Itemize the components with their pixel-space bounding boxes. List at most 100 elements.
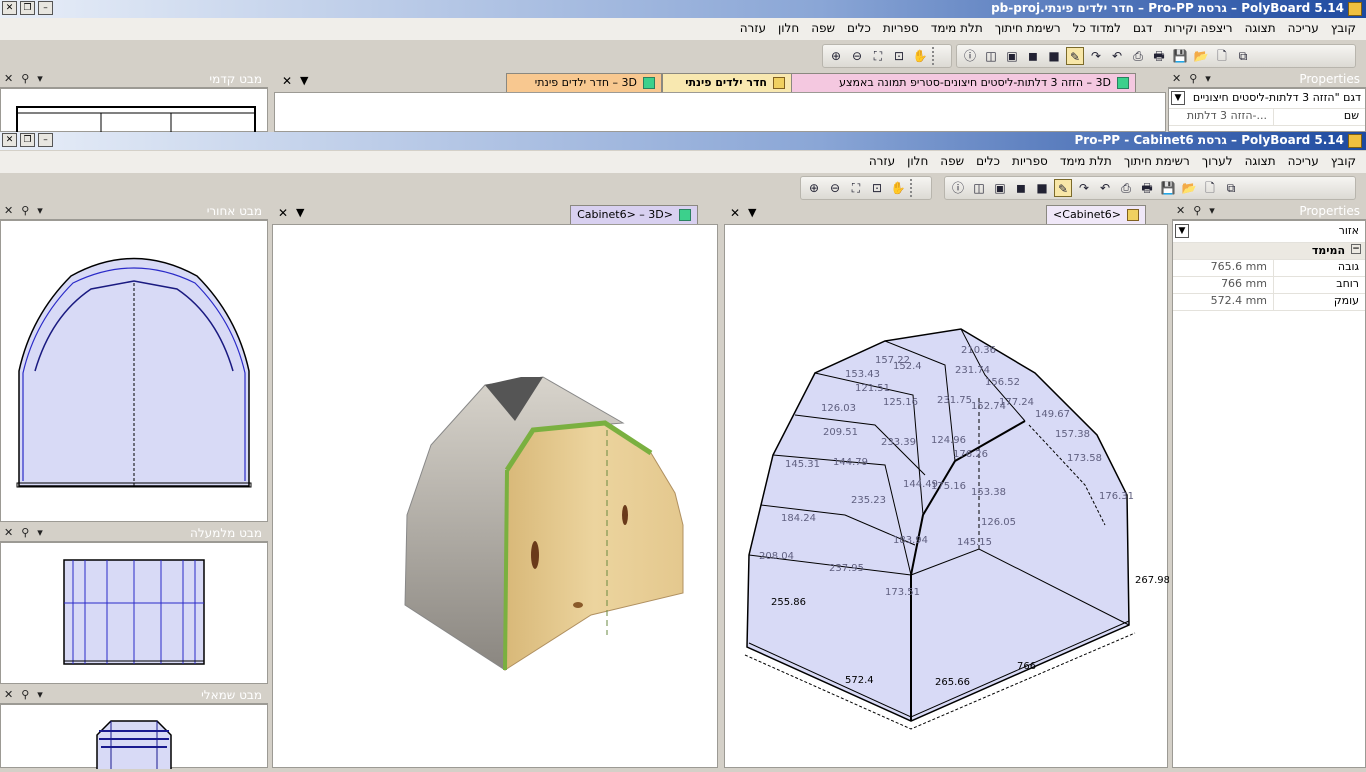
print-icon[interactable]: 🖶 (1138, 179, 1156, 197)
menu-item[interactable]: תלת מימד (931, 21, 983, 35)
close-panel-icon[interactable]: ✕ (1172, 72, 1181, 85)
menu-item[interactable]: עזרה (869, 154, 895, 168)
zoom-window-icon[interactable]: ⊡ (890, 47, 908, 65)
menu-item[interactable]: תצוגה (1245, 154, 1276, 168)
cube-render-icon[interactable]: ◼ (1024, 47, 1042, 65)
zoom-extents-icon[interactable]: ⛶ (869, 47, 887, 65)
menu-item[interactable]: קובץ (1331, 21, 1356, 35)
tab-3d-sliding[interactable]: 3D – הזזה 3 דלתות-ליסטים חיצונים-סטריפ ת… (790, 73, 1136, 92)
dropdown-icon[interactable]: ▾ (37, 72, 43, 85)
property-row[interactable]: רוחב 766 mm (1173, 277, 1365, 294)
tab-cabinet6[interactable]: <Cabinet6> (1046, 205, 1146, 224)
tab-list-icon[interactable]: ▼ (300, 74, 308, 87)
minimize-window-button[interactable]: – (38, 133, 53, 147)
copy-icon[interactable]: ⧉ (1222, 179, 1240, 197)
pan-hand-icon[interactable]: ✋ (889, 179, 907, 197)
zoom-extents-icon[interactable]: ⛶ (847, 179, 865, 197)
back-window-titlebar[interactable]: ✕ ❐ – PolyBoard 5.14 – גרסת Pro-PP – חדר… (0, 0, 1366, 18)
undo-icon[interactable]: ↶ (1108, 47, 1126, 65)
menu-item[interactable]: חלון (778, 21, 799, 35)
zoom-in-icon[interactable]: ⊕ (805, 179, 823, 197)
menu-item[interactable]: עריכה (1288, 154, 1319, 168)
info-icon[interactable]: ⓘ (949, 179, 967, 197)
cube-solid-icon[interactable]: ■ (1033, 179, 1051, 197)
tab-3d-kids-room[interactable]: 3D – חדר ילדים פינתי (506, 73, 662, 92)
pin-icon[interactable]: ⚲ (21, 526, 29, 539)
zoom-window-icon[interactable]: ⊡ (868, 179, 886, 197)
pin-icon[interactable]: ⚲ (21, 204, 29, 217)
close-tab-icon[interactable]: ✕ (282, 74, 292, 88)
front-view-panel[interactable] (0, 88, 268, 138)
print-preview-icon[interactable]: ⎙ (1117, 179, 1135, 197)
back-view-panel[interactable] (0, 220, 268, 522)
toolbar-grip[interactable] (910, 179, 916, 197)
cube-icon[interactable]: ▣ (1003, 47, 1021, 65)
new-file-icon[interactable]: 🗋 (1213, 47, 1231, 65)
menu-item[interactable]: שפה (811, 21, 835, 35)
pin-icon[interactable]: ⚲ (1189, 72, 1197, 85)
close-panel-icon[interactable]: ✕ (4, 526, 13, 539)
top-view-panel[interactable] (0, 542, 268, 684)
close-window-button[interactable]: ✕ (2, 133, 17, 147)
undo-icon[interactable]: ↶ (1096, 179, 1114, 197)
menu-item[interactable]: עריכה (1288, 21, 1319, 35)
info-icon[interactable]: ⓘ (961, 47, 979, 65)
menu-item[interactable]: תלת מימד (1060, 154, 1112, 168)
pin-icon[interactable]: ⚲ (21, 72, 29, 85)
cube-solid-icon[interactable]: ■ (1045, 47, 1063, 65)
menu-item[interactable]: דגם (1133, 21, 1152, 35)
edit-properties-icon[interactable]: ✎ (1054, 179, 1072, 197)
minimize-window-button[interactable]: – (38, 1, 53, 15)
edit-properties-icon[interactable]: ✎ (1066, 47, 1084, 65)
toolbar-grip[interactable] (932, 47, 938, 65)
close-tab-icon[interactable]: ✕ (278, 206, 288, 220)
close-panel-icon[interactable]: ✕ (1176, 204, 1185, 217)
close-panel-icon[interactable]: ✕ (4, 72, 13, 85)
cube-render-icon[interactable]: ◼ (1012, 179, 1030, 197)
chevron-down-icon[interactable]: ▼ (1171, 91, 1185, 105)
object-selector[interactable]: ▼ דגם "הזזה 3 דלתות-ליסטים חיצוניים (1169, 89, 1365, 109)
menu-item[interactable]: למדוד כל (1073, 21, 1121, 35)
menu-item[interactable]: רשימת חיתוך (1124, 154, 1190, 168)
dropdown-icon[interactable]: ▾ (1205, 72, 1211, 85)
dropdown-icon[interactable]: ▾ (37, 526, 43, 539)
restore-window-button[interactable]: ❐ (20, 133, 35, 147)
restore-window-button[interactable]: ❐ (20, 1, 35, 15)
cube-wire-icon[interactable]: ◫ (970, 179, 988, 197)
print-icon[interactable]: 🖶 (1150, 47, 1168, 65)
menu-item[interactable]: כלים (976, 154, 1000, 168)
back-viewport[interactable] (274, 92, 1166, 132)
menu-item[interactable]: רשימת חיתוך (995, 21, 1061, 35)
viewport-wireframe[interactable]: 157.22 210.36 153.43 152.4 231.74 121.51 156.5… (724, 224, 1170, 768)
close-panel-icon[interactable]: ✕ (4, 204, 13, 217)
tab-list-icon[interactable]: ▼ (296, 206, 304, 219)
menu-item[interactable]: ספריות (1012, 154, 1048, 168)
chevron-down-icon[interactable]: ▼ (1175, 224, 1189, 238)
close-tab-icon[interactable]: ✕ (730, 206, 740, 220)
menu-item[interactable]: קובץ (1331, 154, 1356, 168)
tab-list-icon[interactable]: ▼ (748, 206, 756, 219)
open-folder-icon[interactable]: 📂 (1192, 47, 1210, 65)
save-icon[interactable]: 💾 (1159, 179, 1177, 197)
zoom-out-icon[interactable]: ⊖ (826, 179, 844, 197)
cube-wire-icon[interactable]: ◫ (982, 47, 1000, 65)
menu-item[interactable]: עזרה (740, 21, 766, 35)
pin-icon[interactable]: ⚲ (1193, 204, 1201, 217)
object-selector[interactable]: ▼ אזור (1173, 221, 1365, 243)
menu-item[interactable]: ריצפה וקירות (1164, 21, 1232, 35)
dropdown-icon[interactable]: ▾ (1209, 204, 1215, 217)
print-preview-icon[interactable]: ⎙ (1129, 47, 1147, 65)
menu-item[interactable]: ספריות (883, 21, 919, 35)
dropdown-icon[interactable]: ▾ (37, 688, 43, 701)
cube-icon[interactable]: ▣ (991, 179, 1009, 197)
zoom-in-icon[interactable]: ⊕ (827, 47, 845, 65)
property-row[interactable]: עומק 572.4 mm (1173, 294, 1365, 311)
menu-item[interactable]: תצוגה (1245, 21, 1276, 35)
redo-icon[interactable]: ↷ (1087, 47, 1105, 65)
front-window-titlebar[interactable]: ✕ ❐ – PolyBoard 5.14 – גרסת Pro-PP - Cab… (0, 132, 1366, 150)
redo-icon[interactable]: ↷ (1075, 179, 1093, 197)
save-icon[interactable]: 💾 (1171, 47, 1189, 65)
zoom-out-icon[interactable]: ⊖ (848, 47, 866, 65)
close-window-button[interactable]: ✕ (2, 1, 17, 15)
pin-icon[interactable]: ⚲ (21, 688, 29, 701)
